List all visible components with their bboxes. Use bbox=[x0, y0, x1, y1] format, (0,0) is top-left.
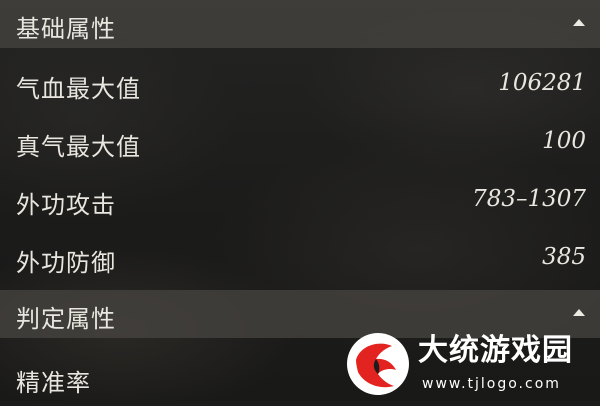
attribute-value: 100 bbox=[542, 128, 586, 154]
attribute-label: 精准率 bbox=[16, 369, 91, 397]
attribute-value: 106281 bbox=[498, 70, 586, 96]
caret-up-icon[interactable] bbox=[573, 19, 585, 26]
watermark: 大统游戏园 www.tjlogo.com bbox=[346, 327, 594, 397]
attribute-label: 外功防御 bbox=[16, 249, 116, 277]
watermark-logo-icon bbox=[347, 333, 409, 395]
watermark-url: www.tjlogo.com bbox=[422, 376, 561, 392]
attribute-label: 气血最大值 bbox=[16, 75, 141, 103]
attribute-row-external-attack: 外功攻击 783–1307 bbox=[0, 170, 600, 228]
attribute-row-external-defense: 外功防御 385 bbox=[0, 228, 600, 286]
caret-up-icon[interactable] bbox=[573, 309, 585, 316]
attribute-row-max-qi: 真气最大值 100 bbox=[0, 112, 600, 170]
attribute-row-max-hp: 气血最大值 106281 bbox=[0, 54, 600, 112]
attribute-label: 外功攻击 bbox=[16, 191, 116, 219]
section-title-basic: 基础属性 bbox=[16, 15, 116, 43]
attribute-label: 真气最大值 bbox=[16, 133, 141, 161]
attribute-value: 783–1307 bbox=[472, 186, 586, 212]
section-title-judgement: 判定属性 bbox=[16, 305, 116, 333]
section-header-basic[interactable]: 基础属性 bbox=[0, 0, 600, 48]
attribute-value: 385 bbox=[542, 244, 586, 270]
watermark-name: 大统游戏园 bbox=[418, 333, 573, 368]
